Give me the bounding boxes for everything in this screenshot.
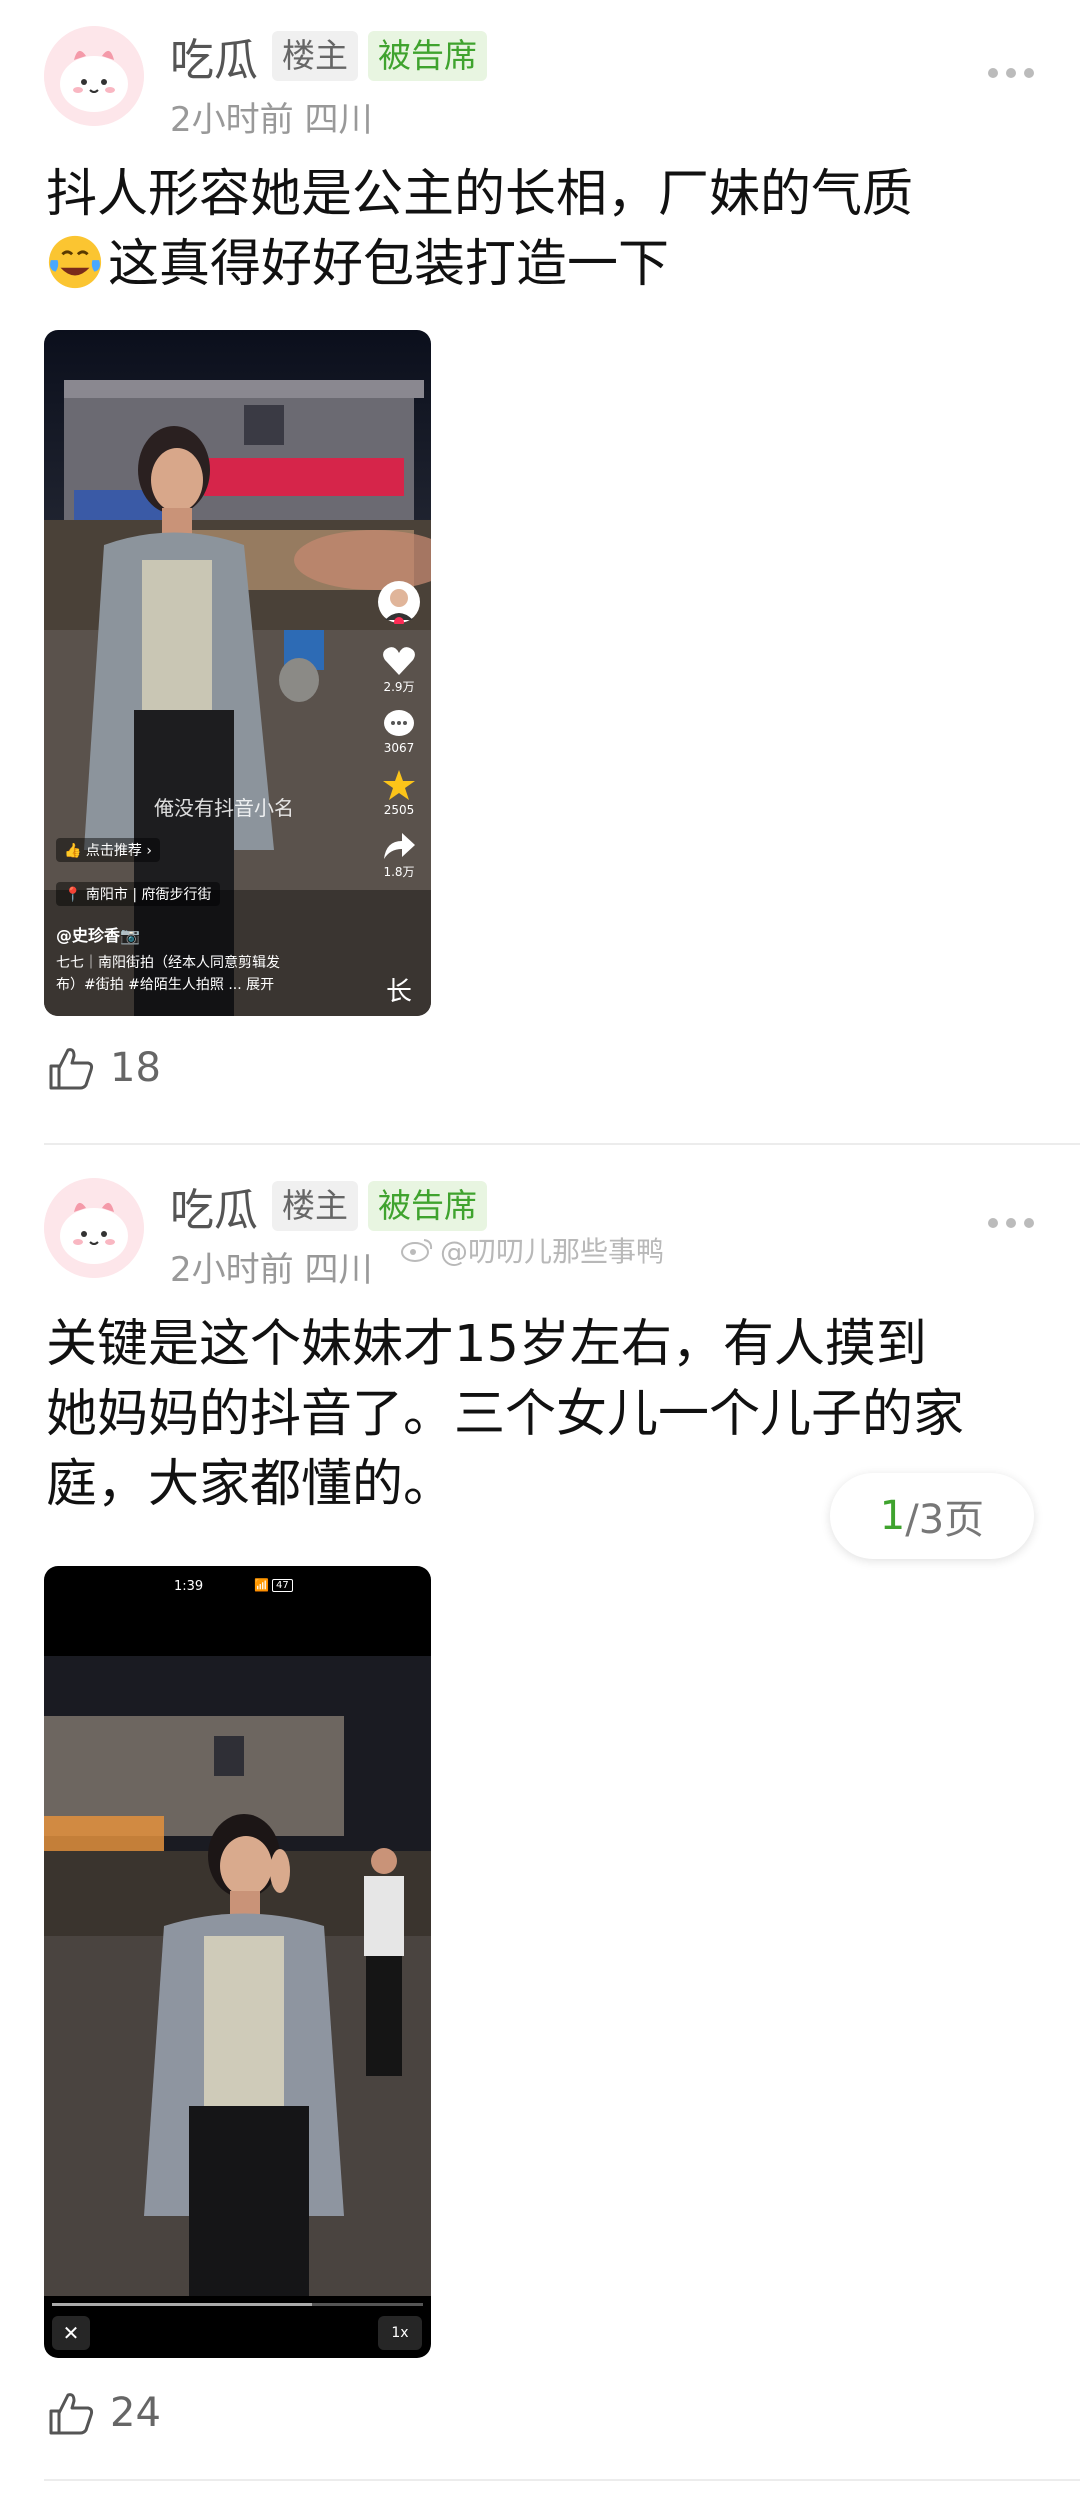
author-avatar[interactable] <box>44 26 144 126</box>
street-video-image <box>44 1566 431 2358</box>
author-name[interactable]: 吃瓜 <box>170 24 258 88</box>
status-icons: 📶 47 <box>254 1578 293 1592</box>
post-text-line: 这真得好好包装打造一下 <box>46 230 1040 300</box>
laughing-tears-emoji-icon <box>48 235 102 289</box>
author-name[interactable]: 吃瓜 <box>170 1174 258 1238</box>
post-text-line: 抖人形容她是公主的长相，厂妹的气质 <box>46 165 914 224</box>
street-video-image <box>44 330 431 1016</box>
post-1: 吃瓜 楼主 被告席 2小时前 四川 抖人形容她是公主的长相，厂妹的气质 这真得好… <box>0 0 1080 1145</box>
video-favorite-count: 2505 <box>383 803 415 817</box>
share-arrow-icon <box>384 833 415 859</box>
post-divider <box>44 1143 1080 1145</box>
post-text-line2: 这真得好好包装打造一下 <box>108 235 670 294</box>
owner-badge: 楼主 <box>272 31 358 81</box>
watermark-text: @叨叨儿那些事鸭 <box>440 1235 665 1268</box>
music-disc-text: 长 <box>385 977 412 1007</box>
author-avatar[interactable] <box>44 1178 144 1278</box>
video-side-actions: 2.9万 3067 2505 1.8万 <box>375 580 423 894</box>
weibo-watermark: @叨叨儿那些事鸭 <box>400 1230 664 1270</box>
like-button[interactable]: 24 <box>48 2390 161 2436</box>
more-options-icon[interactable] <box>988 1218 1034 1232</box>
video-caption-hint: 俺没有抖音小名 <box>154 796 294 820</box>
author-row: 吃瓜 楼主 被告席 <box>170 28 497 86</box>
signal-icon: 📶 <box>254 1578 269 1592</box>
status-time: 1:39 <box>174 1579 204 1594</box>
author-row: 吃瓜 楼主 被告席 <box>170 1178 497 1236</box>
video-desc-line2[interactable]: 布）#街拍 #给陌生人拍照 ... 展开 <box>56 974 274 994</box>
video-share-button[interactable]: 1.8万 <box>382 831 416 880</box>
thumbs-up-icon <box>49 1048 94 1090</box>
like-count: 24 <box>110 2390 161 2436</box>
page-current: 1 <box>879 1493 906 1539</box>
defendant-badge[interactable]: 被告席 <box>368 1181 487 1231</box>
recommend-label: 点击推荐 <box>85 843 142 859</box>
like-button[interactable]: 18 <box>48 1045 161 1091</box>
more-options-icon[interactable] <box>988 68 1034 82</box>
post-text: 抖人形容她是公主的长相，厂妹的气质 这真得好好包装打造一下 <box>46 160 1040 300</box>
page-indicator[interactable]: 1/3页 <box>830 1473 1034 1559</box>
creator-avatar[interactable] <box>377 580 421 624</box>
video-like-button[interactable]: 2.9万 <box>382 646 416 695</box>
video-thumbnail[interactable]: 俺没有抖音小名 👍 点击推荐 › 📍 南阳市 | 府衙步行街 @史珍香📷 七七｜… <box>44 330 431 1016</box>
weibo-logo-icon <box>401 1239 433 1262</box>
heart-icon <box>383 647 415 675</box>
video-thumbnail[interactable]: 1:39 📶 47 ✕ 1x <box>44 1566 431 2358</box>
video-desc-line1: 七七｜南阳街拍（经本人同意剪辑发 <box>56 955 280 971</box>
video-like-count: 2.9万 <box>383 680 415 694</box>
music-disc[interactable]: 长 <box>374 950 424 1008</box>
post-text-line: 关键是这个妹妹才15岁左右，有人摸到 <box>46 1315 927 1374</box>
defendant-badge[interactable]: 被告席 <box>368 31 487 81</box>
owner-badge: 楼主 <box>272 1181 358 1231</box>
video-comment-button[interactable]: 3067 <box>383 709 415 755</box>
close-video-button[interactable]: ✕ <box>52 2316 90 2350</box>
page-total: /3页 <box>905 1497 985 1543</box>
post-text-line: 她妈妈的抖音了。三个女儿一个儿子的家 <box>46 1385 965 1444</box>
playback-speed-label: 1x <box>391 2325 409 2341</box>
location-city: 南阳市 <box>85 887 128 903</box>
video-username[interactable]: @史珍香📷 <box>56 922 140 946</box>
video-share-count: 1.8万 <box>383 865 415 879</box>
video-comment-count: 3067 <box>383 741 415 755</box>
like-count: 18 <box>110 1045 161 1091</box>
post-2: 吃瓜 楼主 被告席 @叨叨儿那些事鸭 2小时前 四川 关键是这个妹妹才15岁左右… <box>0 1150 1080 2495</box>
close-icon: ✕ <box>62 2321 80 2345</box>
playback-speed-button[interactable]: 1x <box>378 2316 422 2350</box>
location-spot: 府衙步行街 <box>141 887 212 903</box>
location-chip[interactable]: 📍 南阳市 | 府衙步行街 <box>56 882 220 906</box>
recommend-chip[interactable]: 👍 点击推荐 › <box>56 838 160 862</box>
battery-icon: 47 <box>271 1578 293 1592</box>
post-divider <box>44 2479 1080 2481</box>
video-favorite-button[interactable]: 2505 <box>382 769 416 817</box>
comment-icon <box>384 710 414 736</box>
post-meta: 2小时前 四川 <box>170 100 373 140</box>
star-icon <box>383 770 415 800</box>
thumbs-up-icon <box>49 2393 94 2435</box>
post-meta: 2小时前 四川 <box>170 1250 373 1290</box>
